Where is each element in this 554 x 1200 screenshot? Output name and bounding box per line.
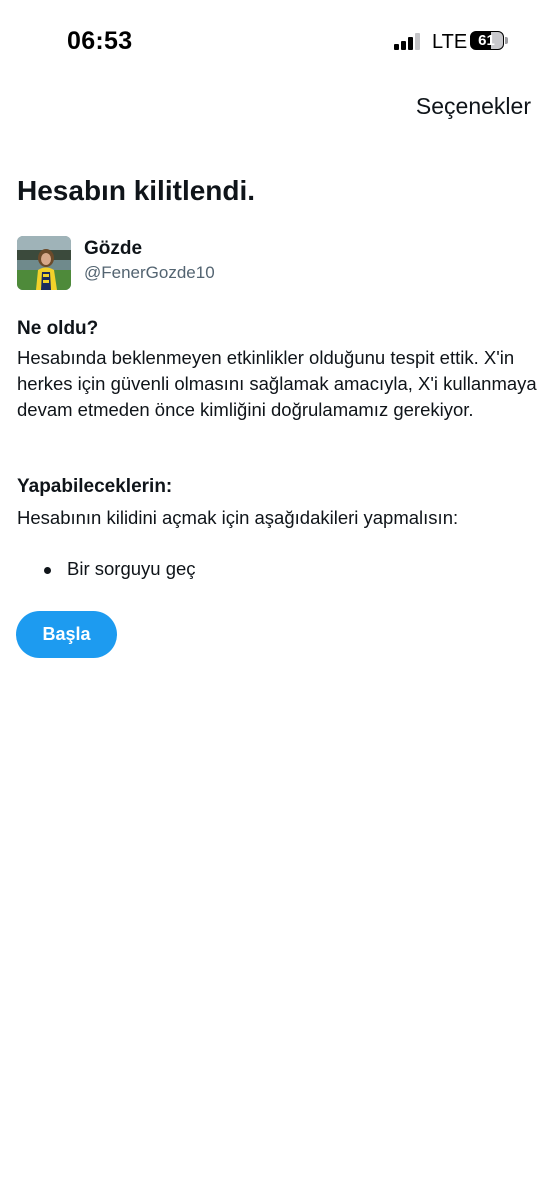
what-you-can-do-heading: Yapabileceklerin: xyxy=(17,476,173,497)
status-time: 06:53 xyxy=(67,27,133,55)
options-link[interactable]: Seçenekler xyxy=(416,93,531,120)
battery-level: 61 xyxy=(478,32,495,49)
what-you-can-do-text: Hesabının kilidini açmak için aşağıdakil… xyxy=(17,507,459,528)
bullet-icon xyxy=(44,567,51,574)
status-bar: 06:53 LTE 61 xyxy=(0,0,554,80)
avatar xyxy=(17,236,71,290)
cellular-signal-icon xyxy=(394,33,421,50)
start-button[interactable]: Başla xyxy=(16,611,117,658)
display-name: Gözde xyxy=(84,238,143,259)
what-happened-heading: Ne oldu? xyxy=(17,318,99,339)
battery-icon: 61 xyxy=(470,31,508,50)
network-type-label: LTE xyxy=(432,31,468,53)
what-happened-text: Hesabında beklenmeyen etkinlikler olduğu… xyxy=(17,347,537,420)
account-handle: @FenerGozde10 xyxy=(84,263,215,282)
page-title: Hesabın kilitlendi. xyxy=(17,175,256,206)
list-item-label: Bir sorguyu geç xyxy=(67,558,196,579)
